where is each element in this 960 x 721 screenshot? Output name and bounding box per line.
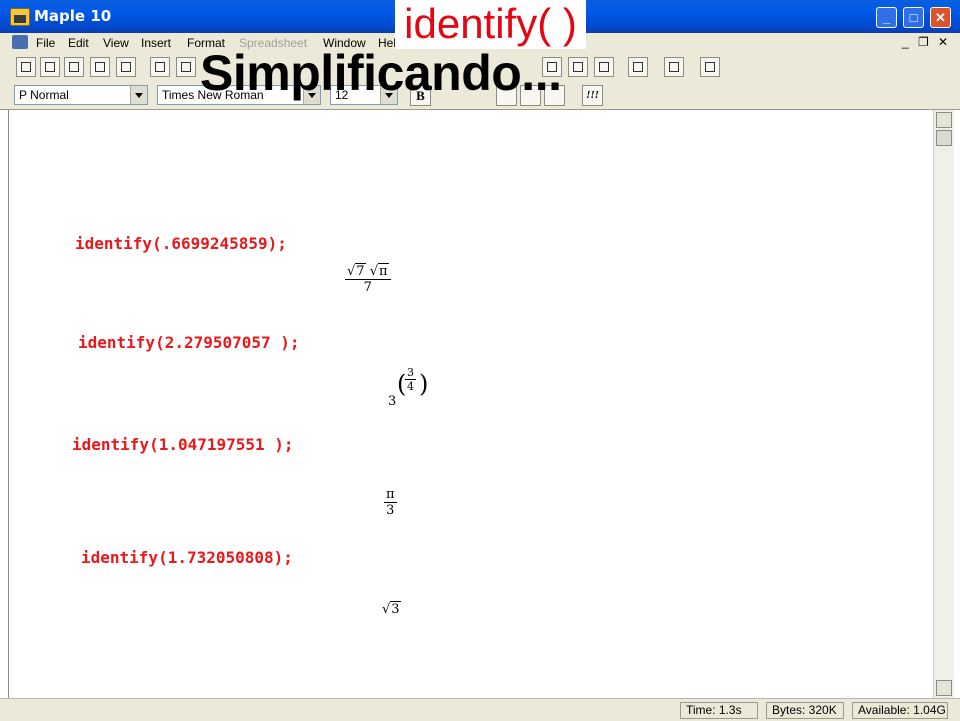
command-line-2[interactable]: identify(2.279507057 ); [78,333,300,352]
scroll-down-icon[interactable] [936,680,952,696]
result-2-base: 3 [388,394,397,409]
menu-view[interactable]: View [103,36,129,50]
zoom-200-icon[interactable] [594,57,614,77]
status-available: Available: 1.04G [852,702,948,719]
minimize-button[interactable]: _ [876,7,897,28]
zoom-150-icon[interactable] [568,57,588,77]
doc-close-button[interactable]: ✕ [938,35,948,49]
result-1-radicand-a: 7 [355,263,366,279]
result-1: √7 √π 7 [345,263,391,295]
cut-icon[interactable] [150,57,170,77]
doc-restore-button[interactable]: ❐ [918,35,929,49]
move-arrows-icon[interactable] [664,57,684,77]
scroll-thumb[interactable] [936,130,952,146]
result-2-exp-denominator: 4 [407,380,414,393]
open-url-icon[interactable] [64,57,84,77]
maximize-button[interactable]: □ [903,7,924,28]
result-4-radicand: 3 [390,601,401,617]
new-file-icon[interactable] [16,57,36,77]
chevron-down-icon[interactable] [130,86,147,104]
maple-app-icon[interactable] [10,8,30,26]
result-1-radicand-b: π [378,263,389,279]
sqrt-icon: √π [369,263,389,279]
execute-worksheet-button[interactable]: !!! [582,85,603,106]
right-paren-icon: ) [419,370,429,398]
menu-file[interactable]: File [36,36,55,50]
result-3-numerator: π [384,487,397,503]
result-2-exp-numerator: 3 [405,366,416,380]
vertical-scrollbar[interactable] [933,110,954,698]
save-icon[interactable] [90,57,110,77]
open-folder-icon[interactable] [40,57,60,77]
command-line-4[interactable]: identify(1.732050808); [81,548,293,567]
overlay-title: identify( ) [395,0,586,49]
close-button[interactable]: ✕ [930,7,951,28]
status-time: Time: 1.3s [680,702,758,719]
window-title: Maple 10 [34,7,112,25]
copy-icon[interactable] [176,57,196,77]
scroll-up-icon[interactable] [936,112,952,128]
style-select[interactable]: P Normal [14,85,148,105]
result-4: √3 [382,601,401,617]
print-icon[interactable] [116,57,136,77]
sqrt-icon: √7 [347,263,366,279]
status-bytes: Bytes: 320K [766,702,844,719]
result-3-fraction: π 3 [384,487,397,518]
doc-minimize-button[interactable]: _ [902,35,909,49]
restart-icon[interactable] [700,57,720,77]
worksheet-area[interactable] [8,110,934,698]
menu-edit[interactable]: Edit [68,36,89,50]
sqrt-icon: √3 [382,601,401,617]
status-bar: Time: 1.3s Bytes: 320K Available: 1.04G [0,698,960,721]
result-1-denominator: 7 [363,280,372,295]
command-line-3[interactable]: identify(1.047197551 ); [72,435,294,454]
document-menu-icon[interactable] [12,35,28,49]
style-value: P Normal [19,88,69,102]
command-line-1[interactable]: identify(.6699245859); [75,234,287,253]
menu-insert[interactable]: Insert [141,36,171,50]
result-1-numerator: √7 √π [345,263,391,280]
result-2-exponent: 3 4 [405,366,416,393]
result-3: π 3 [384,487,397,518]
pilcrow-icon[interactable] [628,57,648,77]
overlay-subtitle: Simplificando... [200,45,562,101]
result-1-fraction: √7 √π 7 [345,263,391,295]
result-3-denominator: 3 [386,503,395,518]
